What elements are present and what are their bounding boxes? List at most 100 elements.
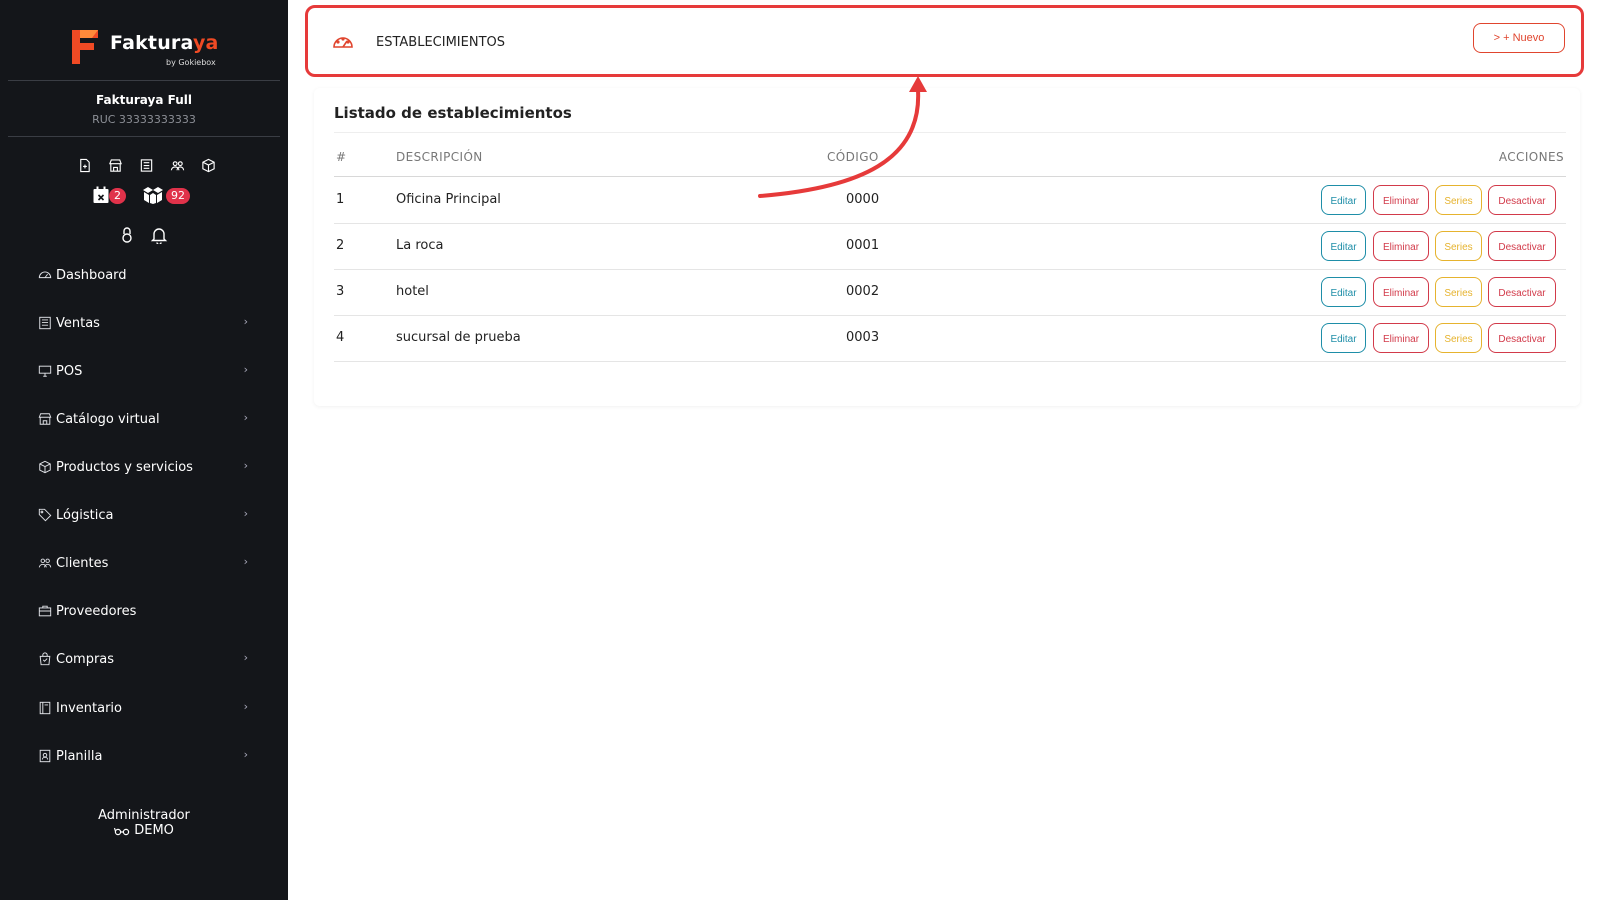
table-row: 3 hotel 0002 Editar Eliminar Series Desactivar — [334, 269, 1566, 316]
chevron-right-icon: › — [243, 459, 248, 472]
sidebar-item-lógistica[interactable]: Lógistica › — [38, 504, 248, 526]
box-icon[interactable] — [198, 156, 218, 174]
sidebar-item-clientes[interactable]: Clientes › — [38, 552, 248, 574]
sidebar-item-dashboard[interactable]: Dashboard — [38, 264, 248, 286]
sidebar-item-label: Dashboard — [56, 267, 127, 283]
row-description: hotel — [396, 284, 429, 299]
sidebar-item-label: Inventario — [56, 700, 122, 716]
store-icon — [38, 411, 54, 427]
row-actions: Editar Eliminar Series Desactivar — [1321, 231, 1556, 261]
bell-icon[interactable] — [150, 226, 168, 248]
calendar-x-icon — [93, 186, 109, 203]
briefcase-icon — [38, 603, 54, 619]
quick-access-bar — [74, 156, 218, 176]
boxes-count-badge: 92 — [166, 188, 190, 204]
edit-button[interactable]: Editar — [1321, 323, 1366, 353]
edit-button[interactable]: Editar — [1321, 185, 1366, 215]
row-number: 3 — [336, 284, 345, 299]
sidebar-divider — [8, 136, 280, 137]
row-description: La roca — [396, 238, 444, 253]
sidebar-item-proveedores[interactable]: Proveedores — [38, 600, 248, 622]
user-role: Administrador — [98, 808, 190, 823]
chevron-right-icon: › — [243, 651, 248, 664]
brand-name: Fakturaya — [110, 32, 219, 54]
store-icon[interactable] — [105, 156, 125, 174]
chevron-right-icon: › — [243, 315, 248, 328]
list-title: Listado de establecimientos — [334, 104, 572, 122]
deactivate-button[interactable]: Desactivar — [1488, 231, 1556, 261]
sidebar-item-compras[interactable]: Compras › — [38, 648, 248, 670]
sidebar-item-label: Ventas — [56, 315, 100, 331]
divider — [334, 132, 1566, 133]
users-icon — [38, 555, 54, 571]
delete-button[interactable]: Eliminar — [1373, 277, 1429, 307]
new-establishment-button[interactable]: > + Nuevo — [1473, 23, 1565, 53]
deactivate-button[interactable]: Desactivar — [1488, 185, 1556, 215]
deactivate-button[interactable]: Desactivar — [1488, 277, 1556, 307]
sidebar-item-planilla[interactable]: Planilla › — [38, 745, 248, 767]
sidebar-item-catálogo-virtual[interactable]: Catálogo virtual › — [38, 408, 248, 430]
boxes-icon — [143, 187, 163, 204]
chevron-right-icon: › — [243, 363, 248, 376]
delete-button[interactable]: Eliminar — [1373, 231, 1429, 261]
brand-name-accent: ya — [192, 32, 219, 54]
row-code: 0001 — [846, 238, 880, 253]
sidebar: Fakturaya by Gokiebox Fakturaya Full RUC… — [0, 0, 288, 900]
brand-logo[interactable]: Fakturaya by Gokiebox — [68, 24, 228, 72]
series-button[interactable]: Series — [1435, 231, 1482, 261]
delete-button[interactable]: Eliminar — [1373, 323, 1429, 353]
box-icon — [38, 459, 54, 475]
row-actions: Editar Eliminar Series Desactivar — [1321, 185, 1556, 215]
users-icon[interactable] — [167, 156, 187, 174]
edit-button[interactable]: Editar — [1321, 277, 1366, 307]
chevron-right-icon: › — [243, 555, 248, 568]
sidebar-item-inventario[interactable]: Inventario › — [38, 697, 248, 719]
sidebar-item-label: POS — [56, 363, 83, 379]
row-actions: Editar Eliminar Series Desactivar — [1321, 277, 1556, 307]
brand-name-main: Faktura — [110, 32, 193, 54]
series-button[interactable]: Series — [1435, 323, 1482, 353]
sidebar-item-productos-y-servicios[interactable]: Productos y servicios › — [38, 456, 248, 478]
sales-icon — [38, 315, 54, 331]
dashboard-icon — [38, 267, 54, 283]
utility-icons — [118, 226, 174, 246]
monitor-icon — [38, 363, 54, 379]
user-name: DEMO — [134, 823, 174, 838]
delete-button[interactable]: Eliminar — [1373, 185, 1429, 215]
column-header-code: CÓDIGO — [827, 150, 879, 164]
sidebar-item-label: Clientes — [56, 555, 109, 571]
receipt-icon[interactable] — [136, 156, 156, 174]
calendar-count-badge: 2 — [109, 188, 126, 204]
page-header: ESTABLECIMIENTOS > + Nuevo — [305, 5, 1584, 77]
series-button[interactable]: Series — [1435, 185, 1482, 215]
sidebar-item-pos[interactable]: POS › — [38, 360, 248, 382]
row-actions: Editar Eliminar Series Desactivar — [1321, 323, 1556, 353]
lock-icon[interactable] — [120, 226, 134, 248]
chevron-right-icon: › — [243, 507, 248, 520]
calendar-alert[interactable]: 2 — [92, 186, 128, 206]
row-number: 4 — [336, 330, 345, 345]
logo-mark-icon — [72, 30, 98, 64]
user-info[interactable]: Administrador DEMO — [0, 808, 288, 838]
boxes-alert[interactable]: 92 — [142, 186, 190, 206]
sidebar-item-ventas[interactable]: Ventas › — [38, 312, 248, 334]
row-description: sucursal de prueba — [396, 330, 521, 345]
id-badge-icon — [38, 748, 54, 764]
row-description: Oficina Principal — [396, 192, 501, 207]
row-number: 2 — [336, 238, 345, 253]
book-icon — [38, 700, 54, 716]
column-header-number: # — [336, 150, 347, 164]
user-name-line: DEMO — [0, 823, 288, 838]
series-button[interactable]: Series — [1435, 277, 1482, 307]
column-header-description: DESCRIPCIÓN — [396, 150, 483, 164]
deactivate-button[interactable]: Desactivar — [1488, 323, 1556, 353]
column-header-actions: ACCIONES — [1498, 150, 1564, 164]
company-info: Fakturaya Full RUC 33333333333 — [0, 93, 288, 126]
sidebar-divider — [8, 80, 280, 81]
sidebar-item-label: Proveedores — [56, 603, 137, 619]
chevron-right-icon: › — [243, 411, 248, 424]
sidebar-item-label: Productos y servicios — [56, 459, 193, 475]
establishments-card: Listado de establecimientos # DESCRIPCIÓ… — [314, 88, 1580, 406]
edit-button[interactable]: Editar — [1321, 231, 1366, 261]
document-plus-icon[interactable] — [74, 156, 94, 174]
